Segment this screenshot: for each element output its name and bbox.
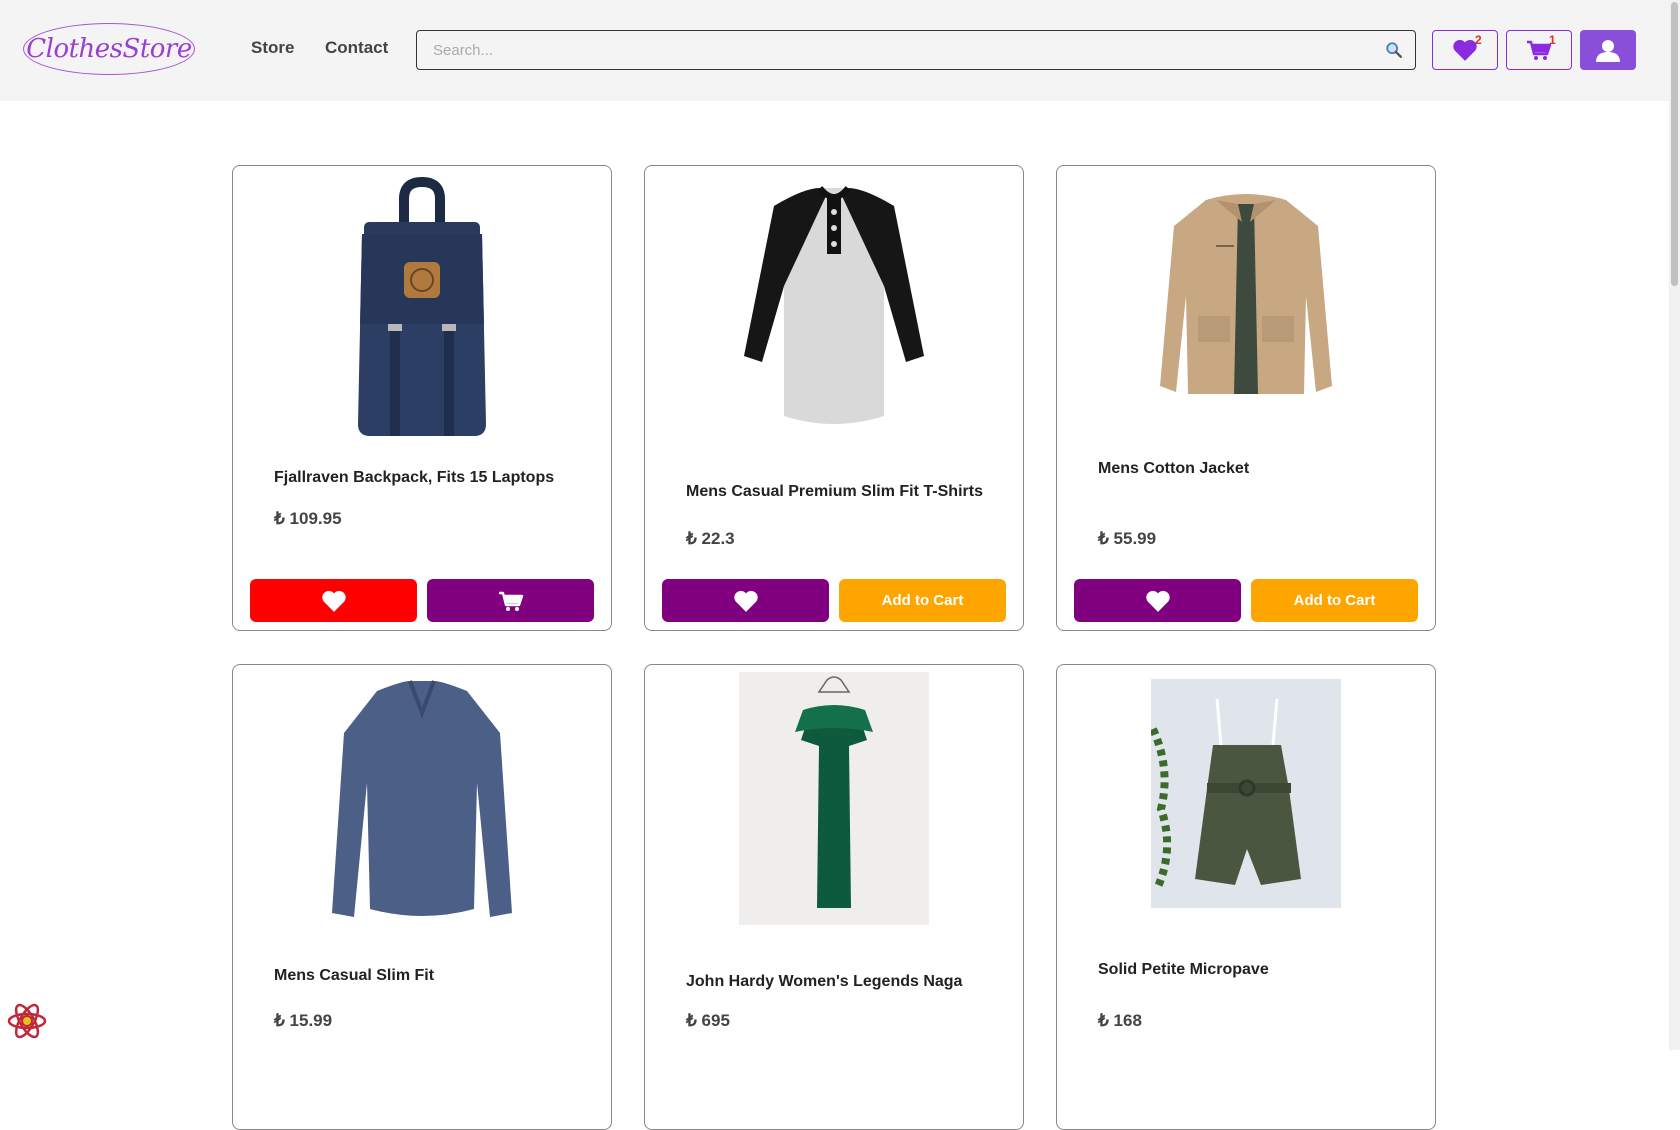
product-card: John Hardy Women's Legends Naga ₺ 695 [644, 664, 1024, 1130]
add-to-cart-button[interactable]: Add to Cart [839, 579, 1006, 622]
nav-store-link[interactable]: Store [251, 38, 294, 58]
page-scrollbar[interactable] [1669, 0, 1680, 1050]
product-title[interactable]: Mens Cotton Jacket [1098, 460, 1415, 478]
favorites-count-badge: 2 [1475, 33, 1482, 47]
add-to-cart-button[interactable]: Add to Cart [1251, 579, 1418, 622]
favorite-button[interactable] [250, 579, 417, 622]
product-title[interactable]: John Hardy Women's Legends Naga [686, 973, 1003, 991]
product-price: ₺ 109.95 [274, 509, 342, 528]
search-input[interactable] [417, 41, 1385, 59]
product-price: ₺ 15.99 [274, 1011, 333, 1030]
cart-count-badge: 1 [1549, 33, 1556, 47]
product-card: Solid Petite Micropave ₺ 168 [1056, 664, 1436, 1130]
heart-icon [733, 590, 758, 612]
product-title[interactable]: Mens Casual Slim Fit [274, 967, 591, 985]
tshirt-image[interactable] [734, 176, 934, 436]
product-title[interactable]: Solid Petite Micropave [1098, 961, 1415, 979]
product-price: ₺ 22.3 [686, 529, 735, 548]
dress-image[interactable] [739, 672, 929, 925]
product-price: ₺ 168 [1098, 1011, 1142, 1030]
brand-logo[interactable]: ClothesStore [23, 23, 195, 75]
favorite-button[interactable] [1074, 579, 1241, 622]
product-card: Fjallraven Backpack, Fits 15 Laptops ₺ 1… [232, 165, 612, 631]
nav-contact-link[interactable]: Contact [325, 38, 388, 58]
search-bar [416, 30, 1416, 70]
favorite-button[interactable] [662, 579, 829, 622]
header: ClothesStore Store Contact 2 1 [0, 0, 1669, 101]
romper-image[interactable] [1151, 679, 1341, 908]
product-price: ₺ 695 [686, 1011, 730, 1030]
scrollbar-thumb[interactable] [1671, 2, 1678, 286]
backpack-image[interactable] [322, 174, 522, 454]
user-icon [1596, 40, 1620, 62]
user-account-button[interactable] [1580, 30, 1636, 70]
product-price: ₺ 55.99 [1098, 529, 1157, 548]
in-cart-button[interactable] [427, 579, 594, 622]
product-title[interactable]: Mens Casual Premium Slim Fit T-Shirts [686, 483, 1003, 501]
cart-button[interactable]: 1 [1506, 30, 1572, 70]
cart-icon [498, 591, 523, 611]
search-icon[interactable] [1385, 41, 1403, 59]
heart-icon [321, 590, 346, 612]
heart-icon [1145, 590, 1170, 612]
product-title[interactable]: Fjallraven Backpack, Fits 15 Laptops [274, 469, 591, 487]
favorites-button[interactable]: 2 [1432, 30, 1498, 70]
product-card: Mens Casual Premium Slim Fit T-Shirts ₺ … [644, 165, 1024, 631]
react-devtools-icon[interactable] [6, 1000, 48, 1042]
jacket-image[interactable] [1146, 186, 1346, 406]
product-card: Mens Cotton Jacket ₺ 55.99 Add to Cart [1056, 165, 1436, 631]
product-card: Mens Casual Slim Fit ₺ 15.99 [232, 664, 612, 1130]
longsleeve-image[interactable] [322, 673, 522, 921]
